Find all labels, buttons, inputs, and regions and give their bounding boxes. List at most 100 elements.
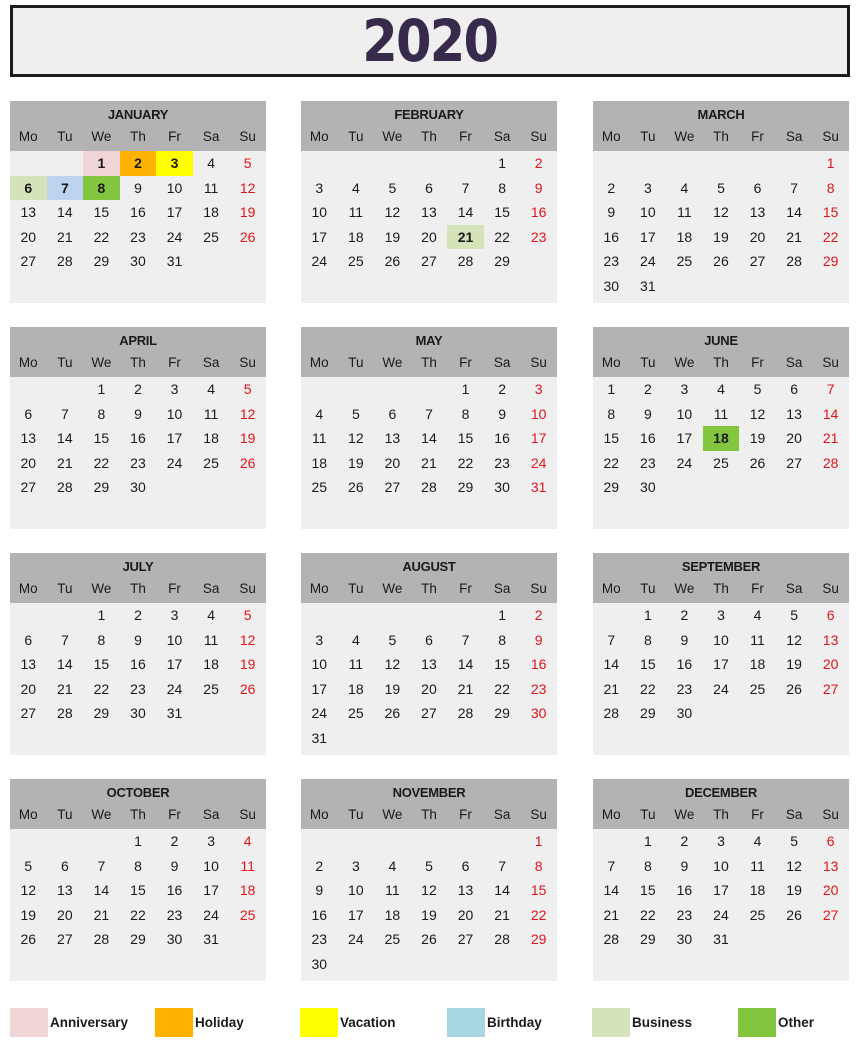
day-cell[interactable]: 27 xyxy=(776,451,813,476)
day-cell[interactable]: 30 xyxy=(666,701,703,726)
day-cell[interactable]: 30 xyxy=(520,701,557,726)
day-cell[interactable]: 15 xyxy=(520,878,557,903)
day-cell[interactable]: 13 xyxy=(10,200,47,225)
day-cell[interactable]: 28 xyxy=(47,475,84,500)
day-cell[interactable]: 17 xyxy=(703,878,740,903)
day-cell[interactable]: 20 xyxy=(739,225,776,250)
day-cell[interactable]: 8 xyxy=(120,854,157,879)
day-cell[interactable]: 31 xyxy=(193,927,230,952)
day-cell[interactable]: 23 xyxy=(484,451,521,476)
day-cell[interactable]: 23 xyxy=(120,451,157,476)
day-cell[interactable]: 15 xyxy=(120,878,157,903)
day-cell[interactable]: 19 xyxy=(338,451,375,476)
day-cell[interactable]: 16 xyxy=(301,903,338,928)
day-cell[interactable]: 19 xyxy=(374,225,411,250)
day-cell[interactable]: 24 xyxy=(193,903,230,928)
day-cell[interactable]: 29 xyxy=(484,701,521,726)
day-cell[interactable]: 11 xyxy=(193,628,230,653)
day-cell[interactable]: 12 xyxy=(703,200,740,225)
day-cell[interactable]: 16 xyxy=(484,426,521,451)
day-cell[interactable]: 25 xyxy=(193,451,230,476)
day-cell[interactable]: 11 xyxy=(193,402,230,427)
day-cell[interactable]: 28 xyxy=(411,475,448,500)
day-cell[interactable]: 16 xyxy=(520,652,557,677)
day-cell[interactable]: 26 xyxy=(374,249,411,274)
day-cell[interactable]: 11 xyxy=(703,402,740,427)
day-cell[interactable]: 18 xyxy=(739,878,776,903)
day-cell[interactable]: 20 xyxy=(10,677,47,702)
day-cell[interactable]: 22 xyxy=(484,225,521,250)
day-cell[interactable]: 18 xyxy=(301,451,338,476)
day-cell[interactable]: 2 xyxy=(120,377,157,402)
day-cell[interactable]: 10 xyxy=(301,200,338,225)
day-cell[interactable]: 14 xyxy=(47,200,84,225)
day-cell[interactable]: 7 xyxy=(593,628,630,653)
day-cell[interactable]: 22 xyxy=(447,451,484,476)
day-cell[interactable]: 13 xyxy=(10,426,47,451)
day-cell[interactable]: 12 xyxy=(338,426,375,451)
day-cell[interactable]: 16 xyxy=(593,225,630,250)
day-cell[interactable]: 4 xyxy=(374,854,411,879)
day-cell[interactable]: 30 xyxy=(301,952,338,977)
day-cell[interactable]: 30 xyxy=(156,927,193,952)
day-cell[interactable]: 22 xyxy=(83,451,120,476)
day-cell[interactable]: 17 xyxy=(338,903,375,928)
day-cell[interactable]: 21 xyxy=(411,451,448,476)
day-cell[interactable]: 29 xyxy=(83,701,120,726)
day-cell[interactable]: 12 xyxy=(411,878,448,903)
day-cell[interactable]: 2 xyxy=(120,603,157,628)
day-cell[interactable]: 31 xyxy=(156,249,193,274)
day-cell[interactable]: 30 xyxy=(593,274,630,299)
day-cell[interactable]: 15 xyxy=(630,652,667,677)
day-cell[interactable]: 2 xyxy=(520,603,557,628)
day-cell[interactable]: 15 xyxy=(83,426,120,451)
day-cell[interactable]: 28 xyxy=(593,701,630,726)
day-cell[interactable]: 3 xyxy=(520,377,557,402)
day-cell[interactable]: 10 xyxy=(193,854,230,879)
day-cell[interactable]: 31 xyxy=(703,927,740,952)
day-cell[interactable]: 27 xyxy=(447,927,484,952)
day-cell[interactable]: 20 xyxy=(47,903,84,928)
day-cell[interactable]: 15 xyxy=(593,426,630,451)
day-cell[interactable]: 9 xyxy=(666,854,703,879)
day-cell[interactable]: 31 xyxy=(520,475,557,500)
day-cell[interactable]: 28 xyxy=(447,701,484,726)
day-cell[interactable]: 20 xyxy=(812,878,849,903)
day-cell[interactable]: 16 xyxy=(666,652,703,677)
day-cell[interactable]: 11 xyxy=(666,200,703,225)
day-cell[interactable]: 24 xyxy=(630,249,667,274)
day-cell[interactable]: 26 xyxy=(338,475,375,500)
day-cell[interactable]: 4 xyxy=(338,628,375,653)
day-cell[interactable]: 8 xyxy=(484,176,521,201)
day-cell[interactable]: 29 xyxy=(83,475,120,500)
day-cell[interactable]: 27 xyxy=(812,903,849,928)
day-cell[interactable]: 6 xyxy=(10,175,47,201)
day-cell[interactable]: 10 xyxy=(156,402,193,427)
day-cell[interactable]: 11 xyxy=(193,176,230,201)
day-cell[interactable]: 13 xyxy=(776,402,813,427)
day-cell[interactable]: 10 xyxy=(703,628,740,653)
day-cell[interactable]: 20 xyxy=(374,451,411,476)
day-cell[interactable]: 26 xyxy=(10,927,47,952)
day-cell[interactable]: 15 xyxy=(447,426,484,451)
day-cell[interactable]: 9 xyxy=(666,628,703,653)
day-cell[interactable]: 21 xyxy=(47,451,84,476)
day-cell[interactable]: 29 xyxy=(484,249,521,274)
day-cell[interactable]: 28 xyxy=(776,249,813,274)
day-cell[interactable]: 17 xyxy=(703,652,740,677)
day-cell[interactable]: 9 xyxy=(120,628,157,653)
day-cell[interactable]: 13 xyxy=(374,426,411,451)
day-cell[interactable]: 27 xyxy=(411,701,448,726)
day-cell[interactable]: 28 xyxy=(447,249,484,274)
day-cell[interactable]: 11 xyxy=(338,652,375,677)
day-cell[interactable]: 24 xyxy=(703,677,740,702)
day-cell[interactable]: 12 xyxy=(374,200,411,225)
day-cell[interactable]: 10 xyxy=(666,402,703,427)
day-cell[interactable]: 18 xyxy=(193,652,230,677)
day-cell[interactable]: 21 xyxy=(83,903,120,928)
day-cell[interactable]: 29 xyxy=(593,475,630,500)
day-cell[interactable]: 21 xyxy=(776,225,813,250)
day-cell[interactable]: 20 xyxy=(10,225,47,250)
day-cell[interactable]: 5 xyxy=(776,603,813,628)
day-cell[interactable]: 11 xyxy=(338,200,375,225)
